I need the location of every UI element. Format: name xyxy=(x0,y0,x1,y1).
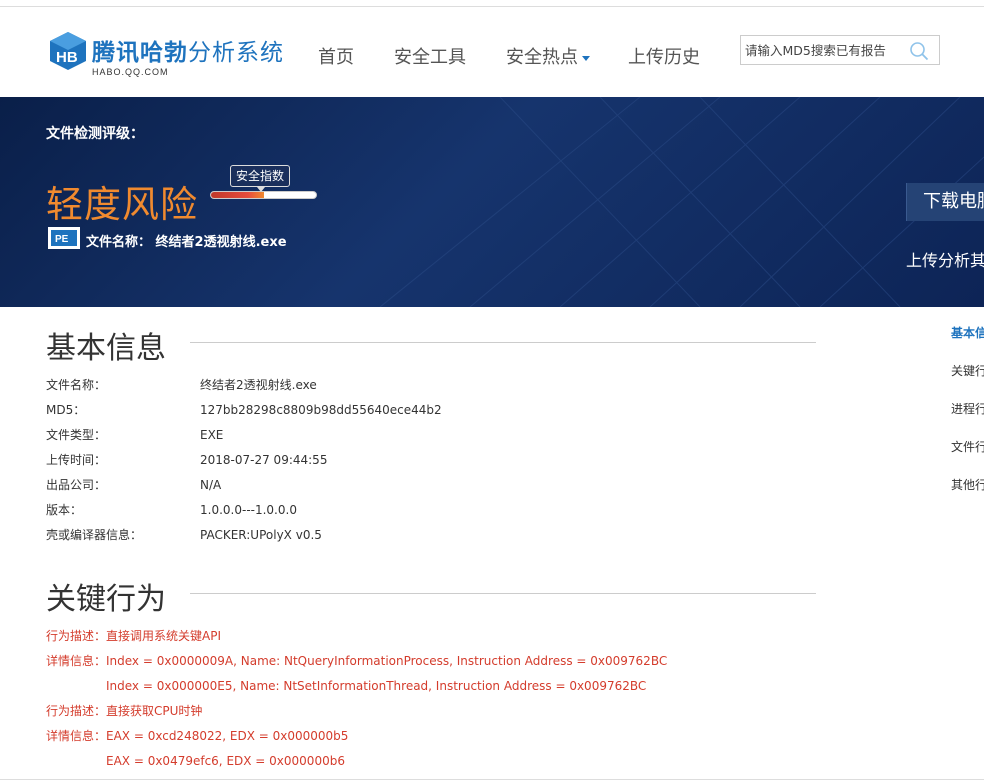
svg-text:HB: HB xyxy=(56,49,78,66)
info-key: 壳或编译器信息： xyxy=(46,528,143,542)
bottom-border xyxy=(0,779,984,780)
logo-brand: 腾讯哈勃 xyxy=(92,40,188,66)
info-key: 文件名称： xyxy=(46,378,107,392)
file-name-value: 终结者2透视射线.exe xyxy=(155,235,287,250)
site-logo[interactable]: HB 腾讯哈勃分析系统 HABO.QQ.COM xyxy=(48,29,288,79)
svg-text:PE: PE xyxy=(55,234,69,245)
side-nav-key-behavior[interactable]: 关键行 xyxy=(951,362,984,379)
safety-index-fill xyxy=(211,192,264,198)
info-key: 版本： xyxy=(46,503,83,517)
search-input[interactable] xyxy=(741,36,905,64)
info-value: 终结者2透视射线.exe xyxy=(200,378,317,392)
safety-index-tag: 安全指数 xyxy=(230,165,291,192)
info-value: N/A xyxy=(200,478,222,492)
info-value: 2018-07-27 09:44:55 xyxy=(200,453,328,467)
key-behavior-title: 关键行为 xyxy=(46,582,166,617)
side-nav-basic-info[interactable]: 基本信 xyxy=(951,324,984,341)
safety-index-bar xyxy=(210,191,317,199)
download-button[interactable]: 下载电脑 xyxy=(906,183,984,221)
nav-security-tools[interactable]: 安全工具 xyxy=(394,43,466,69)
site-header: HB 腾讯哈勃分析系统 HABO.QQ.COM 首页 安全工具 安全热点 上传历… xyxy=(0,7,984,97)
search-icon[interactable] xyxy=(909,41,929,61)
habo-logo-icon: HB xyxy=(50,32,86,70)
side-nav-other-behavior[interactable]: 其他行 xyxy=(951,476,984,493)
info-value: PACKER:UPolyX v0.5 xyxy=(200,528,322,542)
logo-suffix: 分析系统 xyxy=(188,40,284,66)
behavior-text: 直接调用系统关键API xyxy=(106,629,221,643)
behavior-label: 行为描述： xyxy=(46,704,107,718)
behavior-text: Index = 0x0000009A, Name: NtQueryInforma… xyxy=(106,654,668,668)
side-nav-file-behavior[interactable]: 文件行 xyxy=(951,438,984,455)
file-name-label: 文件名称： xyxy=(86,235,152,250)
behavior-label: 详情信息： xyxy=(46,654,107,668)
nav-upload-history[interactable]: 上传历史 xyxy=(628,43,700,69)
behavior-text: EAX = 0xcd248022, EDX = 0x000000b5 xyxy=(106,729,349,743)
info-key: 文件类型： xyxy=(46,428,107,442)
info-value: EXE xyxy=(200,428,224,442)
basic-info-title: 基本信息 xyxy=(46,331,166,366)
pe-file-icon: PE xyxy=(48,227,80,249)
side-nav-process-behavior[interactable]: 进程行 xyxy=(951,400,984,417)
rating-label: 文件检测评级： xyxy=(46,126,144,142)
divider xyxy=(190,593,816,594)
divider xyxy=(190,342,816,343)
info-value: 1.0.0.0---1.0.0.0 xyxy=(200,503,297,517)
upload-analysis-link[interactable]: 上传分析其 xyxy=(906,247,984,271)
nav-home[interactable]: 首页 xyxy=(318,43,354,69)
top-border xyxy=(0,0,984,7)
info-key: MD5： xyxy=(46,403,86,417)
behavior-text: 直接获取CPU时钟 xyxy=(106,704,203,718)
info-key: 出品公司： xyxy=(46,478,107,492)
file-name: 文件名称： 终结者2透视射线.exe xyxy=(86,231,287,250)
risk-level: 轻度风险 xyxy=(46,183,198,226)
behavior-label: 行为描述： xyxy=(46,629,107,643)
detection-banner: 文件检测评级： 轻度风险 安全指数 PE 文件名称： 终结者2透视射线.exe … xyxy=(0,97,984,307)
logo-text: 腾讯哈勃分析系统 xyxy=(92,33,284,67)
info-key: 上传时间： xyxy=(46,453,107,467)
logo-domain: HABO.QQ.COM xyxy=(92,67,169,77)
info-value: 127bb28298c8809b98dd55640ece44b2 xyxy=(200,403,442,417)
nav-security-hotspots[interactable]: 安全热点 xyxy=(506,43,590,69)
behavior-text: EAX = 0x0479efc6, EDX = 0x000000b6 xyxy=(106,754,345,768)
search-box xyxy=(740,35,940,65)
behavior-label: 详情信息： xyxy=(46,729,107,743)
chevron-down-icon xyxy=(582,55,590,61)
nav-security-hotspots-label: 安全热点 xyxy=(506,47,578,68)
behavior-text: Index = 0x000000E5, Name: NtSetInformati… xyxy=(106,679,647,693)
